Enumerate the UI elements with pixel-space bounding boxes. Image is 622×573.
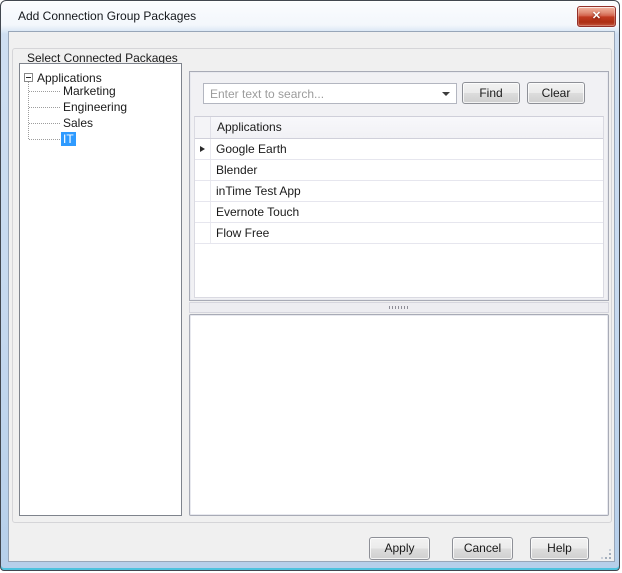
clear-button[interactable]: Clear: [527, 82, 585, 104]
packages-panel: Find Clear Applications Google Earth Ble…: [189, 71, 609, 301]
tree-connector-stub: [29, 107, 60, 108]
tree-item-label: Engineering: [63, 100, 128, 114]
tree-connector-stub: [29, 91, 60, 92]
horizontal-splitter[interactable]: [189, 302, 609, 313]
row-indicator-cell: [195, 181, 211, 201]
tree-connector-line: [28, 79, 29, 139]
row-indicator-cell: [195, 223, 211, 243]
table-row[interactable]: Evernote Touch: [195, 202, 603, 223]
chevron-down-icon: [442, 91, 450, 96]
row-indicator-cell: [195, 139, 211, 159]
app-name-cell: inTime Test App: [216, 184, 301, 198]
row-indicator-cell: [195, 202, 211, 222]
resize-grip-icon: [601, 549, 603, 551]
window-title: Add Connection Group Packages: [18, 9, 197, 23]
table-row[interactable]: inTime Test App: [195, 181, 603, 202]
collapse-icon[interactable]: [24, 73, 33, 82]
app-name-cell: Blender: [216, 163, 258, 177]
table-row[interactable]: Blender: [195, 160, 603, 181]
tree-connector-stub: [29, 123, 60, 124]
close-button[interactable]: ✕: [577, 6, 616, 27]
resize-grip[interactable]: [601, 549, 613, 561]
app-name-cell: Flow Free: [216, 226, 270, 240]
apply-button[interactable]: Apply: [369, 537, 430, 560]
search-dropdown-button[interactable]: [436, 84, 456, 103]
tree-item-label-selected: IT: [61, 132, 76, 146]
tree-item-label: Marketing: [63, 84, 116, 98]
column-header-applications[interactable]: Applications: [211, 117, 603, 138]
help-button[interactable]: Help: [530, 537, 589, 560]
find-button[interactable]: Find: [462, 82, 520, 104]
close-icon: ✕: [591, 10, 602, 22]
department-tree[interactable]: Applications Marketing Engineering Sales…: [19, 63, 182, 516]
dialog-client-area: Select Connected Packages Applications M…: [8, 31, 615, 562]
tree-item-applications[interactable]: Applications: [20, 67, 181, 85]
tree-item-sales[interactable]: Sales: [61, 115, 95, 131]
app-name-cell: Google Earth: [216, 142, 287, 156]
search-combobox[interactable]: [203, 83, 457, 104]
row-indicator-cell: [195, 160, 211, 180]
tree-item-engineering[interactable]: Engineering: [61, 99, 129, 115]
tree-item-label: Sales: [63, 116, 94, 130]
cancel-button[interactable]: Cancel: [452, 537, 513, 560]
row-indicator-header-cell: [195, 117, 211, 138]
current-row-arrow-icon: [200, 146, 205, 152]
details-panel: [189, 314, 609, 516]
splitter-grip-icon: [388, 306, 410, 309]
packages-grid: Applications Google Earth Blender inTime…: [194, 116, 604, 298]
title-bar[interactable]: Add Connection Group Packages ✕: [1, 1, 619, 31]
search-input[interactable]: [204, 84, 436, 103]
tree-item-it[interactable]: IT: [61, 131, 76, 147]
tree-connector-stub: [29, 139, 60, 140]
dialog-window: Add Connection Group Packages ✕ Select C…: [0, 0, 620, 571]
grid-header-row: Applications: [195, 117, 603, 139]
app-name-cell: Evernote Touch: [216, 205, 300, 219]
tree-item-marketing[interactable]: Marketing: [61, 83, 118, 99]
table-row[interactable]: Flow Free: [195, 223, 603, 244]
table-row[interactable]: Google Earth: [195, 139, 603, 160]
